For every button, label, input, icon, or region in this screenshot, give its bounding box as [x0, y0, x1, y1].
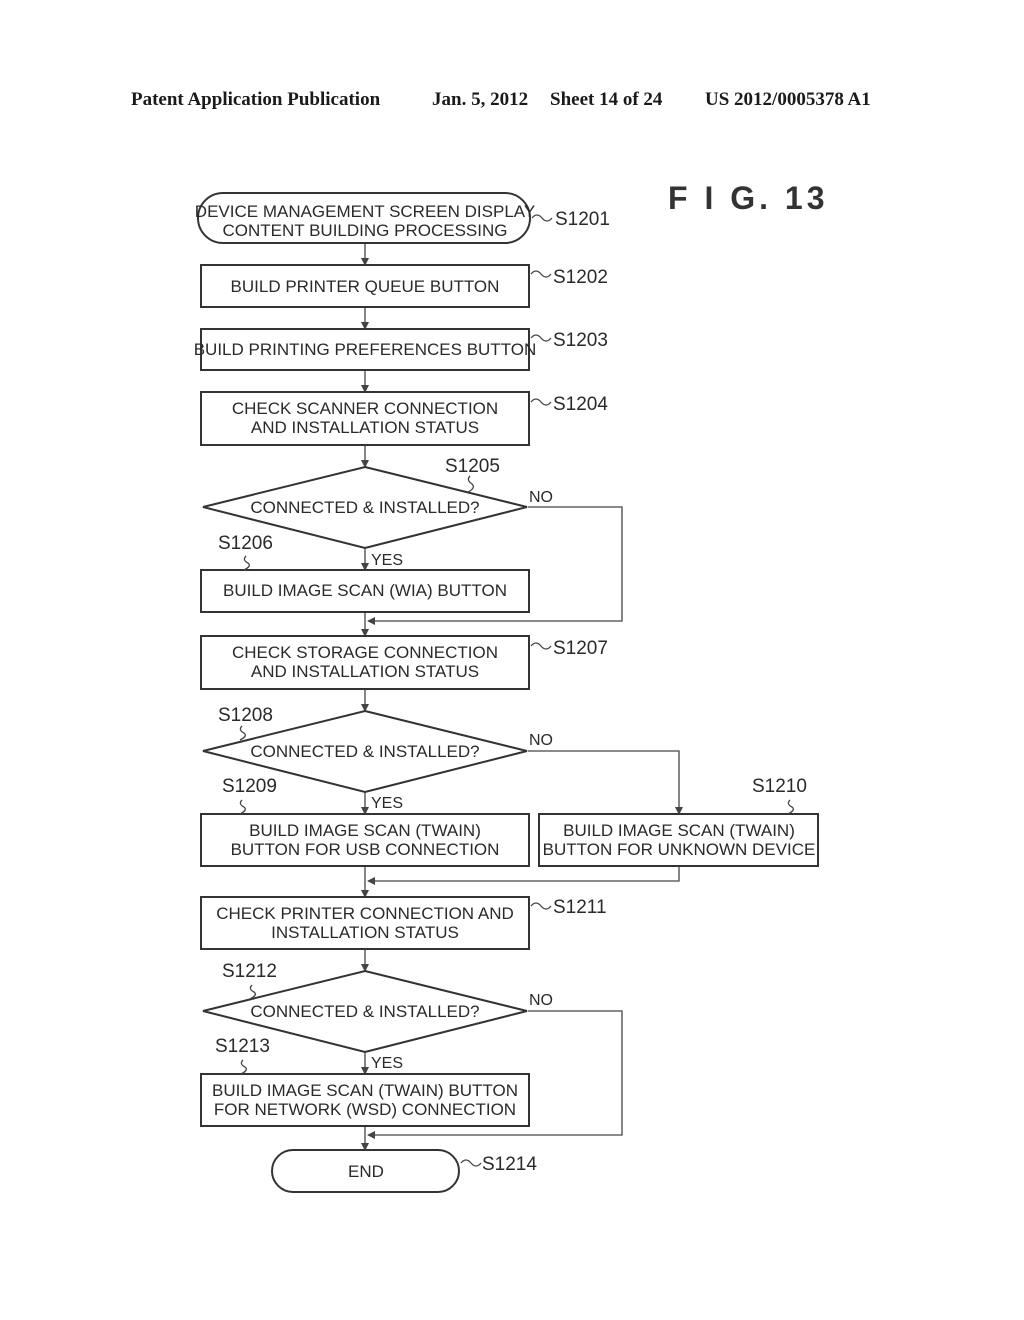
node-text: BUILD IMAGE SCAN (WIA) BUTTON	[223, 581, 507, 600]
step-label: S1207	[553, 638, 608, 659]
node-s1207: CHECK STORAGE CONNECTION AND INSTALLATIO…	[200, 635, 608, 690]
branch-yes-label: YES	[371, 795, 403, 812]
node-text: BUILD PRINTING PREFERENCES BUTTON	[194, 340, 537, 359]
node-text: CONNECTED & INSTALLED?	[250, 1002, 479, 1021]
node-text: BUTTON FOR USB CONNECTION	[231, 840, 500, 859]
step-label: S1203	[553, 330, 608, 351]
node-s1203: BUILD PRINTING PREFERENCES BUTTON S1203	[194, 328, 608, 371]
node-text: CHECK SCANNER CONNECTION	[232, 399, 498, 418]
node-text: END	[348, 1162, 384, 1181]
arrow-s1208-no	[528, 750, 683, 815]
leader-curve	[239, 725, 246, 741]
node-s1211: CHECK PRINTER CONNECTION AND INSTALLATIO…	[200, 896, 607, 950]
leader-tilde	[530, 398, 552, 406]
leader-curve	[467, 475, 474, 493]
leader-curve	[243, 555, 250, 571]
step-label: S1201	[555, 209, 610, 230]
node-s1214: END S1214	[271, 1149, 537, 1193]
step-label: S1204	[553, 394, 608, 415]
node-text: FOR NETWORK (WSD) CONNECTION	[214, 1100, 516, 1119]
leader-curve	[249, 984, 256, 1000]
node-text: CONTENT BUILDING PROCESSING	[223, 221, 508, 240]
leader-curve	[239, 799, 246, 815]
node-text: CHECK STORAGE CONNECTION	[232, 643, 498, 662]
branch-yes-label: YES	[371, 1055, 403, 1072]
node-s1204: CHECK SCANNER CONNECTION AND INSTALLATIO…	[200, 391, 608, 446]
node-text: INSTALLATION STATUS	[271, 923, 459, 942]
step-label: S1213	[215, 1036, 270, 1057]
node-text: BUILD IMAGE SCAN (TWAIN)	[249, 821, 481, 840]
node-text: DEVICE MANAGEMENT SCREEN DISPLAY	[195, 202, 535, 221]
step-label: S1211	[553, 897, 607, 918]
node-text: AND INSTALLATION STATUS	[251, 662, 479, 681]
leader-tilde	[530, 270, 552, 278]
step-label: S1212	[222, 961, 277, 982]
node-s1201: DEVICE MANAGEMENT SCREEN DISPLAY CONTENT…	[195, 192, 610, 244]
step-label: S1206	[218, 533, 273, 554]
node-text: BUILD PRINTER QUEUE BUTTON	[231, 277, 500, 296]
leader-tilde	[530, 902, 552, 910]
node-text: CONNECTED & INSTALLED?	[250, 498, 479, 517]
node-text: BUILD IMAGE SCAN (TWAIN) BUTTON	[212, 1081, 518, 1100]
branch-no-label: NO	[529, 992, 553, 1009]
step-label: S1202	[553, 267, 608, 288]
flowchart: DEVICE MANAGEMENT SCREEN DISPLAY CONTENT…	[194, 192, 819, 1193]
node-s1202: BUILD PRINTER QUEUE BUTTON S1202	[200, 264, 608, 308]
node-text: BUTTON FOR UNKNOWN DEVICE	[543, 840, 816, 859]
branch-yes-label: YES	[371, 552, 403, 569]
node-text: BUILD IMAGE SCAN (TWAIN)	[563, 821, 795, 840]
leader-tilde	[530, 642, 552, 650]
node-text: CHECK PRINTER CONNECTION AND	[216, 904, 514, 923]
leader-curve	[787, 799, 794, 815]
branch-no-label: NO	[529, 732, 553, 749]
node-text: AND INSTALLATION STATUS	[251, 418, 479, 437]
step-label: S1205	[445, 456, 500, 477]
branch-no-label: NO	[529, 489, 553, 506]
leader-curve	[240, 1059, 247, 1075]
step-label: S1209	[222, 776, 277, 797]
node-text: CONNECTED & INSTALLED?	[250, 742, 479, 761]
leader-tilde	[460, 1159, 482, 1167]
step-label: S1214	[482, 1154, 537, 1175]
arrow-s1210-merge	[367, 866, 680, 885]
step-label: S1208	[218, 705, 273, 726]
step-label: S1210	[752, 776, 807, 797]
